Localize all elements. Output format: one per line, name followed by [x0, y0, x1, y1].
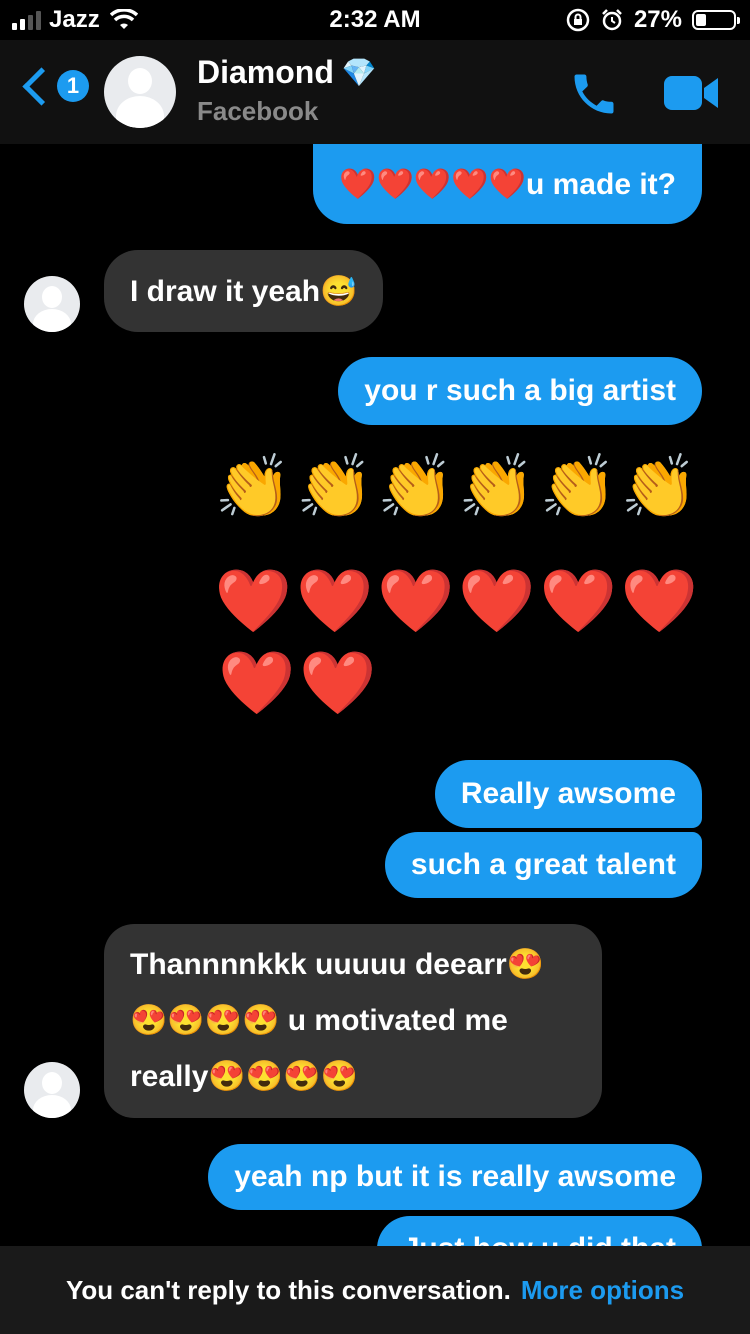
- message-incoming[interactable]: I draw it yeah😅: [104, 250, 384, 332]
- message-outgoing[interactable]: yeah np but it is really awsome: [208, 1144, 702, 1210]
- message-text: yeah np but it is really awsome: [234, 1160, 676, 1193]
- contact-subtitle: Facebook: [197, 96, 319, 126]
- message-text: Really awsome: [460, 777, 676, 810]
- sender-avatar[interactable]: [24, 276, 80, 332]
- conversation-header: 1 Diamond 💎 Facebook: [0, 40, 750, 144]
- emoji-message-hearts-2[interactable]: ❤️❤️: [218, 644, 380, 724]
- message-outgoing[interactable]: such a great talent: [384, 832, 702, 898]
- message-text: I draw it yeah😅: [130, 274, 358, 308]
- back-button[interactable]: 1: [18, 66, 89, 106]
- orientation-lock-icon: [566, 8, 590, 32]
- unread-badge: 1: [57, 70, 89, 102]
- message-text-line: 😍😍😍😍 u motivated me: [130, 1004, 508, 1037]
- diamond-emoji: 💎: [341, 57, 377, 88]
- contact-name: Diamond: [197, 54, 334, 90]
- message-outgoing[interactable]: ❤️❤️❤️❤️❤️u made it?: [313, 144, 702, 224]
- status-right: 27%: [566, 6, 740, 34]
- alarm-icon: [602, 9, 622, 31]
- chevron-left-icon: [22, 66, 61, 106]
- contact-avatar[interactable]: [104, 56, 176, 128]
- message-outgoing[interactable]: Really awsome: [434, 760, 702, 828]
- battery-icon: [692, 10, 740, 30]
- emoji-message-clap[interactable]: 👏👏👏👏👏👏: [215, 448, 702, 528]
- message-incoming[interactable]: Thannnnkkk uuuuu deearr😍 😍😍😍😍 u motivate…: [104, 924, 602, 1118]
- message-text: such a great talent: [410, 848, 676, 881]
- reply-disabled-banner: You can't reply to this conversation. Mo…: [0, 1246, 750, 1334]
- message-text-line: Thannnnkkk uuuuu deearr😍: [130, 948, 545, 981]
- reply-disabled-notice: You can't reply to this conversation.: [65, 1274, 511, 1305]
- more-options-link[interactable]: More options: [521, 1275, 684, 1306]
- video-call-icon[interactable]: [662, 68, 720, 118]
- status-bar: Jazz 2:32 AM 27%: [0, 0, 750, 40]
- battery-percent: 27%: [633, 6, 682, 33]
- phone-call-icon[interactable]: [568, 68, 620, 120]
- message-text: ❤️❤️❤️❤️❤️u made it?: [339, 167, 676, 201]
- sender-avatar[interactable]: [24, 1062, 80, 1118]
- message-text-line: really😍😍😍😍: [130, 1060, 358, 1093]
- contact-name-row[interactable]: Diamond 💎: [197, 54, 377, 91]
- message-outgoing[interactable]: you r such a big artist: [338, 357, 702, 425]
- emoji-message-hearts[interactable]: ❤️❤️❤️❤️❤️❤️: [215, 562, 702, 642]
- message-text: you r such a big artist: [364, 374, 676, 407]
